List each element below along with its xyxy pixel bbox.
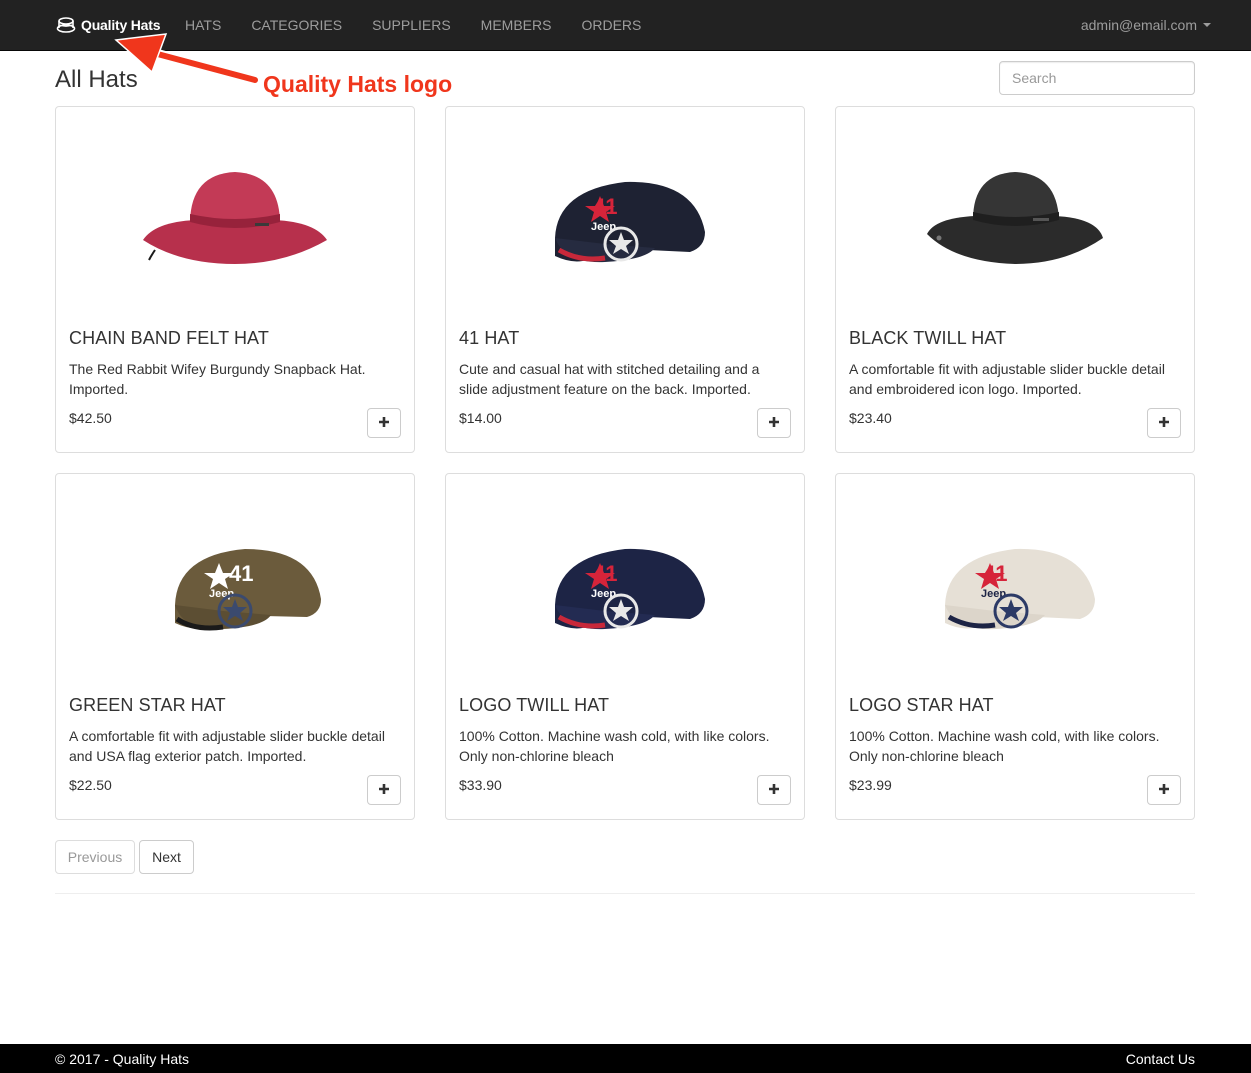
product-name: GREEN STAR HAT [69, 695, 226, 715]
product-description: 100% Cotton. Machine wash cold, with lik… [849, 728, 1160, 764]
plus-icon [768, 783, 780, 798]
plus-icon [1158, 783, 1170, 798]
product-card: 41 Jeep 41 HAT Cute and casual hat with … [445, 106, 805, 453]
page-title: All Hats [55, 66, 138, 93]
nav-hats[interactable]: HATS [170, 0, 236, 50]
previous-page-button[interactable]: Previous [55, 840, 135, 874]
product-card: 41 Jeep LOGO TWILL HAT 100% Cotton. Mach… [445, 473, 805, 820]
nav-members[interactable]: MEMBERS [466, 0, 567, 50]
nav-categories[interactable]: CATEGORIES [236, 0, 357, 50]
brand-name: Quality Hats [81, 17, 161, 33]
plus-icon [378, 783, 390, 798]
plus-icon [378, 416, 390, 431]
product-description: The Red Rabbit Wifey Burgundy Snapback H… [69, 361, 366, 397]
main-nav: HATS CATEGORIES SUPPLIERS MEMBERS ORDERS [170, 0, 656, 50]
user-email: admin@email.com [1080, 17, 1197, 33]
product-image-beige-baseball-cap[interactable]: 41 Jeep [836, 474, 1194, 684]
product-price: $23.40 [849, 410, 892, 426]
brand-logo-link[interactable]: Quality Hats [56, 0, 160, 50]
product-description: 100% Cotton. Machine wash cold, with lik… [459, 728, 770, 764]
next-page-button[interactable]: Next [139, 840, 194, 874]
add-to-cart-button[interactable] [1147, 408, 1181, 438]
product-image-burgundy-bucket-hat[interactable] [56, 107, 414, 317]
search-input[interactable] [999, 61, 1195, 95]
plus-icon [1158, 416, 1170, 431]
product-card: 41 Jeep LOGO STAR HAT 100% Cotton. Machi… [835, 473, 1195, 820]
footer-copyright: © 2017 - Quality Hats [55, 1051, 190, 1067]
product-name: BLACK TWILL HAT [849, 328, 1007, 348]
product-image-navy-baseball-cap[interactable]: 41 Jeep [446, 474, 804, 684]
product-price: $42.50 [69, 410, 112, 426]
product-price: $23.99 [849, 777, 892, 793]
svg-text:Jeep: Jeep [209, 588, 234, 600]
product-image-black-bucket-hat[interactable] [836, 107, 1194, 317]
user-menu-dropdown[interactable]: admin@email.com [1081, 0, 1211, 50]
product-price: $22.50 [69, 777, 112, 793]
add-to-cart-button[interactable] [757, 408, 791, 438]
product-description: A comfortable fit with adjustable slider… [69, 728, 385, 764]
product-name: 41 HAT [459, 328, 520, 348]
add-to-cart-button[interactable] [1147, 775, 1181, 805]
product-price: $14.00 [459, 410, 502, 426]
nav-suppliers[interactable]: SUPPLIERS [357, 0, 466, 50]
product-description: A comfortable fit with adjustable slider… [849, 361, 1165, 397]
product-description: Cute and casual hat with stitched detail… [459, 361, 760, 397]
product-card: 41 Jeep GREEN STAR HAT A comfortable fit… [55, 473, 415, 820]
product-card: CHAIN BAND FELT HAT The Red Rabbit Wifey… [55, 106, 415, 453]
product-image-olive-baseball-cap[interactable]: 41 Jeep [56, 474, 414, 684]
divider [55, 893, 1195, 894]
contact-us-link[interactable]: Contact Us [1126, 1051, 1195, 1067]
add-to-cart-button[interactable] [757, 775, 791, 805]
product-name: CHAIN BAND FELT HAT [69, 328, 269, 348]
product-image-navy-baseball-cap[interactable]: 41 Jeep [446, 107, 804, 317]
caret-down-icon [1203, 23, 1211, 27]
annotation-label: Quality Hats logo [263, 71, 453, 97]
product-name: LOGO TWILL HAT [459, 695, 610, 715]
product-card: BLACK TWILL HAT A comfortable fit with a… [835, 106, 1195, 453]
footer: © 2017 - Quality Hats Contact Us [0, 1044, 1251, 1073]
plus-icon [768, 416, 780, 431]
add-to-cart-button[interactable] [367, 408, 401, 438]
product-price: $33.90 [459, 777, 502, 793]
add-to-cart-button[interactable] [367, 775, 401, 805]
hat-icon [56, 16, 76, 34]
nav-orders[interactable]: ORDERS [566, 0, 656, 50]
top-navbar: Quality Hats HATS CATEGORIES SUPPLIERS M… [0, 0, 1251, 51]
product-name: LOGO STAR HAT [849, 695, 994, 715]
